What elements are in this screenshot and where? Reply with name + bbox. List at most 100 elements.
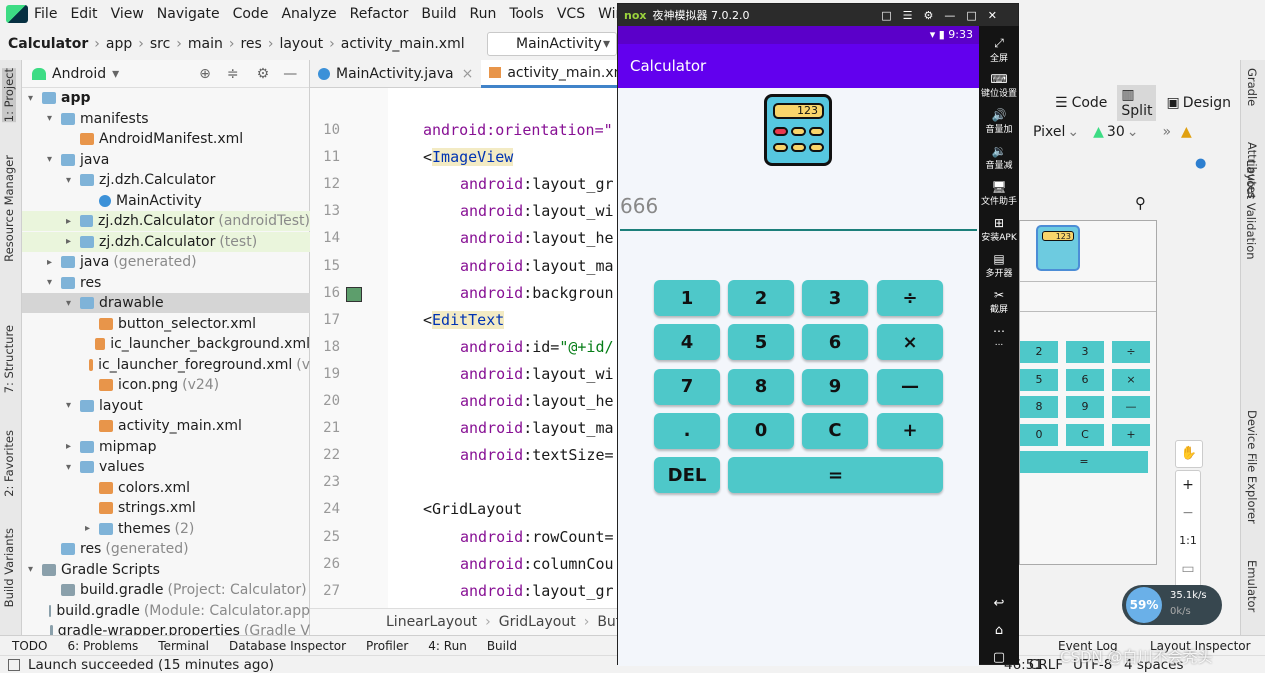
mode-design[interactable]: Design	[1183, 95, 1231, 111]
code-line[interactable]: android:layout_ma	[460, 257, 614, 275]
tree-item[interactable]: build.gradle (Module: Calculator.app	[22, 601, 310, 621]
expand-arrow-icon[interactable]: ▾	[66, 298, 80, 309]
expand-arrow-icon[interactable]: ▸	[66, 216, 80, 227]
preview-button[interactable]: 8	[1020, 396, 1058, 418]
calc-button[interactable]: 6	[802, 324, 868, 361]
preview-button[interactable]: 0	[1020, 423, 1058, 446]
calc-button[interactable]: 5	[728, 324, 794, 361]
tree-item[interactable]: ic_launcher_foreground.xml (v	[22, 355, 310, 375]
window-controls[interactable]: □☰⚙—□✕	[881, 9, 1008, 22]
tool-window-database-inspector[interactable]: Database Inspector	[229, 639, 346, 653]
tool-window-4-run[interactable]: 4: Run	[428, 639, 467, 653]
emulator-side-item[interactable]: 🖥 文件助手	[979, 176, 1019, 212]
preview-button[interactable]: 5	[1020, 368, 1058, 391]
tree-item[interactable]: ▾ app	[22, 88, 310, 108]
android-nav-button[interactable]: ⌂	[979, 623, 1019, 638]
mode-split[interactable]: ▥ Split	[1117, 85, 1157, 121]
emulator-side-item[interactable]: 🔉 音量减	[979, 140, 1019, 176]
code-line[interactable]: android:id="@+id/	[460, 338, 614, 356]
code-line[interactable]: <EditText	[423, 310, 505, 329]
emulator-side-item[interactable]: ▤ 多开器	[979, 248, 1019, 284]
calc-button[interactable]: 1	[654, 280, 720, 316]
gear-icon[interactable]: ⚙	[257, 66, 270, 82]
preview-button[interactable]: —	[1112, 396, 1150, 418]
calc-button[interactable]: 2	[728, 280, 794, 316]
tree-item[interactable]: ▾ zj.dzh.Calculator	[22, 170, 310, 190]
breadcrumb-item[interactable]: activity_main.xml	[341, 36, 465, 52]
calc-button[interactable]: ÷	[877, 280, 943, 316]
menu-item-file[interactable]: File	[34, 6, 57, 22]
warning-icon[interactable]: ▲	[1181, 124, 1192, 140]
code-line[interactable]: <GridLayout	[423, 500, 522, 518]
tree-item[interactable]: res (generated)	[22, 539, 310, 559]
code-line[interactable]: android:layout_he	[460, 229, 614, 247]
tool-tab-structure[interactable]: 7: Structure	[2, 325, 16, 393]
menu-item-vcs[interactable]: VCS	[557, 6, 585, 22]
emulator-side-item[interactable]: 🔊 音量加	[979, 104, 1019, 140]
menu-item-run[interactable]: Run	[470, 6, 497, 22]
tree-item[interactable]: ▾ layout	[22, 396, 310, 416]
run-config-select[interactable]: MainActivity ▾	[487, 32, 617, 56]
code-line[interactable]: android:layout_he	[460, 392, 614, 410]
menu-item-view[interactable]: View	[111, 6, 144, 22]
preview-button[interactable]: 2	[1020, 341, 1058, 363]
tree-item[interactable]: strings.xml	[22, 498, 310, 518]
calc-button[interactable]: 8	[728, 368, 794, 405]
tool-tab-build-variants[interactable]: Build Variants	[2, 528, 16, 607]
tree-item[interactable]: ▾ manifests	[22, 109, 310, 129]
calc-button[interactable]: 0	[728, 412, 794, 449]
emulator-side-item[interactable]: ✂ 截屏	[979, 284, 1019, 320]
calc-button[interactable]: —	[877, 368, 943, 405]
preview-button[interactable]: 6	[1066, 368, 1104, 391]
layout-preview[interactable]: 123 2 3 ÷ 5 6 × 8 9 — 0 C + =	[1019, 220, 1157, 565]
breadcrumb-item[interactable]: app	[106, 36, 132, 52]
tree-item[interactable]: colors.xml	[22, 478, 310, 498]
line-separator[interactable]: CRLF	[1029, 657, 1063, 673]
collapse-icon[interactable]: ≑	[227, 66, 239, 82]
calc-button[interactable]: C	[802, 412, 868, 449]
preview-button[interactable]: +	[1112, 423, 1150, 446]
tree-item[interactable]: ▾ values	[22, 457, 310, 477]
calc-button[interactable]: ×	[877, 324, 943, 361]
zoom-out-button[interactable]: −	[1176, 499, 1200, 527]
code-line[interactable]: android:layout_wi	[460, 365, 614, 383]
tree-item[interactable]: AndroidManifest.xml	[22, 129, 310, 149]
breadcrumb-item[interactable]: src	[150, 36, 170, 52]
expand-arrow-icon[interactable]: ▾	[47, 113, 61, 124]
preview-button[interactable]: ×	[1112, 368, 1150, 391]
code-line[interactable]: android:columnCou	[460, 555, 614, 573]
code-editor[interactable]: 10 android:orientation=" 11 <ImageView 12 and…	[310, 88, 617, 608]
locate-icon[interactable]: ⊕	[199, 66, 211, 82]
tab-mainactivity[interactable]: MainActivity.java ×	[310, 60, 481, 88]
crumb-gridlayout[interactable]: GridLayout	[499, 614, 576, 630]
code-line[interactable]: android:orientation="	[423, 121, 613, 139]
expand-arrow-icon[interactable]: ▸	[66, 236, 80, 247]
android-nav-button[interactable]: ▢	[979, 650, 1019, 665]
expand-arrow-icon[interactable]: ▾	[47, 277, 61, 288]
code-line[interactable]: android:layout_ma	[460, 419, 614, 437]
expand-arrow-icon[interactable]: ▾	[66, 462, 80, 473]
tool-window-6-problems[interactable]: 6: Problems	[67, 639, 138, 653]
calc-button[interactable]: =	[728, 457, 943, 494]
zoom-in-button[interactable]: +	[1176, 471, 1200, 499]
zoom-actual-button[interactable]: 1:1	[1176, 527, 1200, 555]
mode-code[interactable]: Code	[1072, 95, 1108, 111]
emulator-side-item[interactable]: ⋯...	[979, 320, 1019, 356]
menu-item-edit[interactable]: Edit	[70, 6, 97, 22]
code-line[interactable]: android:layout_wi	[460, 202, 614, 220]
preview-button[interactable]: 9	[1066, 396, 1104, 418]
expand-arrow-icon[interactable]: ▾	[66, 400, 80, 411]
project-view-select[interactable]: Android	[52, 66, 106, 82]
emulator-side-item[interactable]: ⤢ 全屏	[979, 32, 1019, 68]
preview-button[interactable]: C	[1066, 423, 1104, 446]
code-line[interactable]: android:textSize=	[460, 446, 614, 464]
calc-button[interactable]: 7	[654, 368, 720, 405]
calc-button[interactable]: .	[654, 412, 720, 449]
help-icon[interactable]: ●	[1195, 156, 1206, 171]
zoom-fit-icon[interactable]: ▭	[1176, 555, 1200, 583]
code-line[interactable]: android:backgroun	[460, 284, 614, 302]
tree-item[interactable]: ▾ Gradle Scripts	[22, 560, 310, 580]
tree-item[interactable]: ▸ zj.dzh.Calculator (androidTest)	[22, 211, 310, 231]
menu-item-tools[interactable]: Tools	[509, 6, 544, 22]
api-select[interactable]: 30	[1107, 124, 1125, 140]
